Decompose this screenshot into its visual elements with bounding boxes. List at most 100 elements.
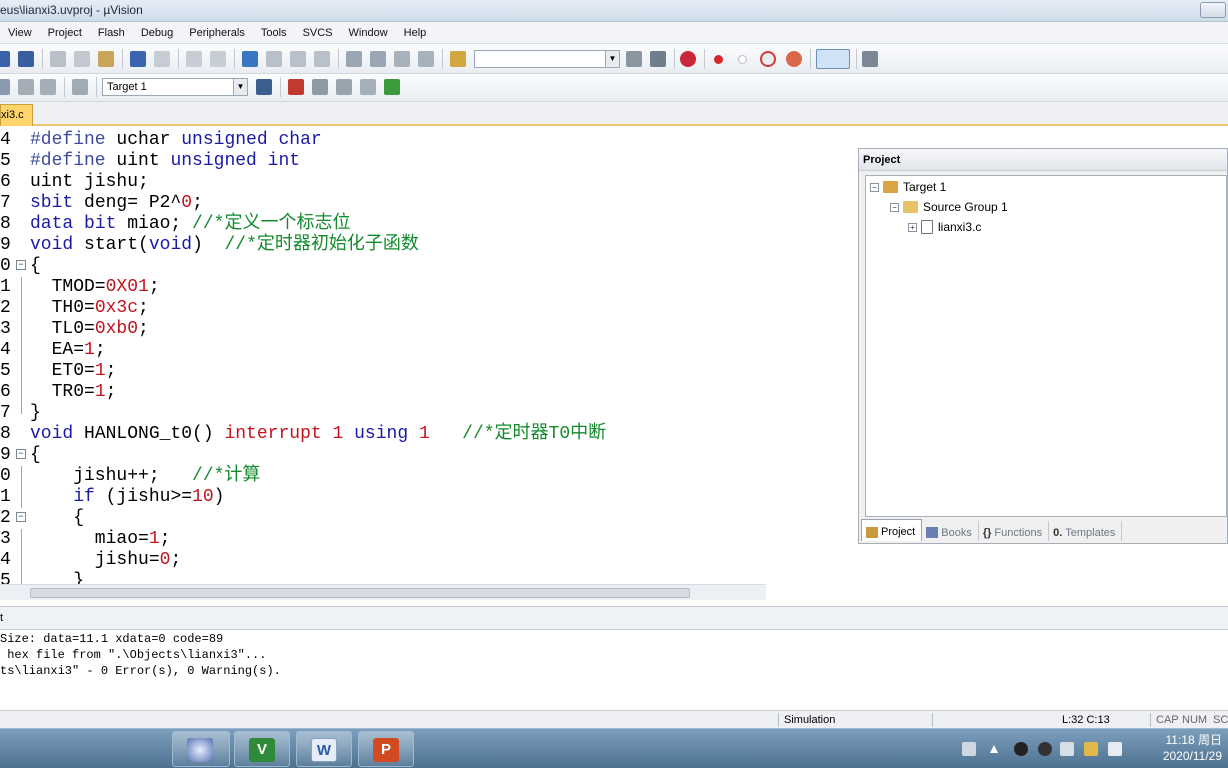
menu-svcs[interactable]: SVCS	[295, 27, 341, 39]
breakpoint-icon[interactable]	[714, 55, 723, 64]
cut-icon[interactable]	[50, 51, 66, 67]
manage-components-icon[interactable]	[288, 79, 304, 95]
collapse-icon[interactable]: −	[870, 182, 879, 192]
code-line[interactable]: 6 uint jishu;	[0, 172, 860, 193]
tab-books[interactable]: Books	[922, 521, 979, 541]
menu-window[interactable]: Window	[341, 27, 396, 39]
indent-icon[interactable]	[346, 51, 362, 67]
translate-icon[interactable]	[0, 79, 10, 95]
code-line[interactable]: 2− {	[0, 508, 860, 529]
qq-icon[interactable]	[1014, 742, 1028, 756]
menu-help[interactable]: Help	[396, 27, 435, 39]
clock[interactable]: 11:18 周日 2020/11/29	[1163, 732, 1222, 764]
tab-lianxi3-c[interactable]: xi3.c	[0, 104, 33, 126]
tree-node-target[interactable]: − Target 1	[870, 178, 946, 196]
code-line[interactable]: 4 jishu=0;	[0, 550, 860, 571]
code-line[interactable]: 3 TL0=0xb0;	[0, 319, 860, 340]
redo-icon[interactable]	[154, 51, 170, 67]
comment-icon[interactable]	[394, 51, 410, 67]
tab-project[interactable]: Project	[861, 519, 923, 541]
minimize-button[interactable]	[1200, 2, 1226, 18]
scrollbar-thumb[interactable]	[30, 588, 690, 598]
bookmark-next-icon[interactable]	[290, 51, 306, 67]
find-icon[interactable]	[626, 51, 642, 67]
select-packs-icon[interactable]	[336, 79, 352, 95]
breakpoint-kill-all-icon[interactable]	[786, 51, 802, 67]
editor-horizontal-scrollbar[interactable]	[0, 584, 766, 600]
fold-collapse-icon[interactable]: −	[16, 512, 26, 522]
network-icon[interactable]	[1084, 742, 1098, 756]
incremental-find-icon[interactable]	[650, 51, 666, 67]
uncomment-icon[interactable]	[418, 51, 434, 67]
find-combo[interactable]: ▼	[474, 50, 620, 68]
taskbar-app-atom[interactable]	[172, 731, 230, 767]
target-combo[interactable]: Target 1 ▼	[102, 78, 248, 96]
target-options-icon[interactable]	[256, 79, 272, 95]
code-line[interactable]: 2 TH0=0x3c;	[0, 298, 860, 319]
debug-session-icon[interactable]	[680, 51, 696, 67]
qq-icon[interactable]	[1038, 742, 1052, 756]
chevron-down-icon[interactable]: ▼	[605, 51, 619, 67]
code-line[interactable]: 1 TMOD=0X01;	[0, 277, 860, 298]
code-line[interactable]: 8 data bit miao; //*定义一个标志位	[0, 214, 860, 235]
save-all-icon[interactable]	[18, 51, 34, 67]
breakpoint-disable-all-icon[interactable]	[760, 51, 776, 67]
breakpoint-disable-icon[interactable]	[738, 55, 747, 64]
code-line[interactable]: 7 sbit deng= P2^0;	[0, 193, 860, 214]
taskbar-app-keil[interactable]: V	[234, 731, 290, 767]
window-layout-icon[interactable]	[816, 49, 850, 69]
code-line[interactable]: 9 void start(void) //*定时器初始化子函数	[0, 235, 860, 256]
chevron-down-icon[interactable]: ▼	[233, 79, 247, 95]
bookmark-prev-icon[interactable]	[266, 51, 282, 67]
menu-peripherals[interactable]: Peripherals	[181, 27, 253, 39]
download-icon[interactable]	[72, 79, 88, 95]
undo-icon[interactable]	[130, 51, 146, 67]
build-icon[interactable]	[18, 79, 34, 95]
menu-tools[interactable]: Tools	[253, 27, 295, 39]
menu-flash[interactable]: Flash	[90, 27, 133, 39]
nav-back-icon[interactable]	[186, 51, 202, 67]
tab-templates[interactable]: 0. Templates	[1049, 521, 1123, 541]
code-line[interactable]: 5 ET0=1;	[0, 361, 860, 382]
code-line[interactable]: 4 #define uchar unsigned char	[0, 130, 860, 151]
code-line[interactable]: 9−{	[0, 445, 860, 466]
taskbar-app-powerpoint[interactable]: P	[358, 731, 414, 767]
menu-view[interactable]: View	[0, 27, 40, 39]
build-output[interactable]: Size: data=11.1 xdata=0 code=89 hex file…	[0, 630, 1228, 710]
code-line[interactable]: 4 EA=1;	[0, 340, 860, 361]
save-icon[interactable]	[0, 51, 10, 67]
menu-project[interactable]: Project	[40, 27, 90, 39]
code-line[interactable]: 6 TR0=1;	[0, 382, 860, 403]
code-line[interactable]: 7}	[0, 403, 860, 424]
find-in-files-icon[interactable]	[450, 51, 466, 67]
copy-icon[interactable]	[74, 51, 90, 67]
code-line[interactable]: 1 if (jishu>=10)	[0, 487, 860, 508]
taskbar-app-word[interactable]: W	[296, 731, 352, 767]
volume-icon[interactable]	[1108, 742, 1122, 756]
code-line[interactable]: 8 void HANLONG_t0() interrupt 1 using 1 /…	[0, 424, 860, 445]
tree-node-source-group[interactable]: − Source Group 1	[890, 198, 1008, 216]
keyboard-icon[interactable]	[962, 742, 976, 756]
file-extensions-icon[interactable]	[312, 79, 328, 95]
configure-icon[interactable]	[862, 51, 878, 67]
menu-debug[interactable]: Debug	[133, 27, 181, 39]
code-line[interactable]: 0−{	[0, 256, 860, 277]
code-line[interactable]: 5 #define uint unsigned int	[0, 151, 860, 172]
nav-forward-icon[interactable]	[210, 51, 226, 67]
tree-node-file[interactable]: + lianxi3.c	[908, 218, 981, 236]
expand-icon[interactable]: +	[908, 222, 917, 232]
run-time-environment-icon[interactable]	[384, 79, 400, 95]
code-line[interactable]: 5 }	[0, 571, 860, 584]
bookmark-icon[interactable]	[242, 51, 258, 67]
fold-collapse-icon[interactable]: −	[16, 260, 26, 270]
code-line[interactable]: 0 jishu++; //*计算	[0, 466, 860, 487]
pack-installer-icon[interactable]	[360, 79, 376, 95]
chevron-up-icon[interactable]	[990, 745, 998, 753]
bookmark-clear-icon[interactable]	[314, 51, 330, 67]
unindent-icon[interactable]	[370, 51, 386, 67]
collapse-icon[interactable]: −	[890, 202, 899, 212]
device-icon[interactable]	[1060, 742, 1074, 756]
fold-collapse-icon[interactable]: −	[16, 449, 26, 459]
tab-functions[interactable]: {} Functions	[979, 521, 1050, 541]
paste-icon[interactable]	[98, 51, 114, 67]
